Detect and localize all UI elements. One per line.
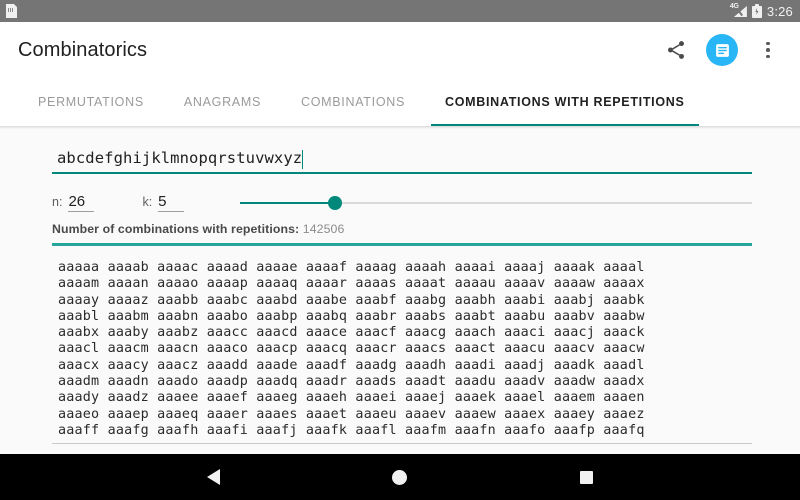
alphabet-input-field: [52, 149, 752, 174]
slider-thumb[interactable]: [328, 196, 343, 210]
result-value: 142506: [302, 222, 345, 236]
result-summary: Number of combinations with repetitions:…: [52, 222, 752, 236]
document-badge: [706, 34, 738, 66]
back-icon: [206, 469, 220, 485]
list-item: aaady aaadz aaaee aaaef aaaeg aaaeh aaae…: [58, 390, 645, 406]
app-bar: Combinatorics: [0, 22, 800, 78]
tab-anagrams[interactable]: ANAGRAMS: [164, 78, 281, 126]
result-label: Number of combinations with repetitions:: [52, 222, 300, 236]
document-icon: [715, 43, 729, 57]
app-bar-actions: [654, 28, 790, 72]
param-k: k: 5: [142, 194, 185, 212]
list-item: aaaam aaaan aaaao aaaap aaaaq aaaar aaaa…: [58, 276, 645, 292]
combinations-text: aaaaa aaaab aaaac aaaad aaaae aaaaf aaaa…: [52, 260, 752, 439]
system-nav-bar: [0, 454, 800, 500]
signal-cellular-icon: 4G: [729, 3, 747, 18]
list-item: aaaff aaafg aaafh aaafi aaafj aaafk aaaf…: [58, 422, 645, 438]
battery-charging-icon: [751, 4, 762, 18]
share-icon: [668, 41, 684, 59]
k-slider[interactable]: [240, 193, 752, 213]
status-bar-left: [6, 4, 17, 18]
more-vert-icon: [756, 38, 780, 62]
nav-home-button[interactable]: [383, 460, 417, 494]
share-button[interactable]: [654, 28, 698, 72]
k-label: k:: [142, 195, 153, 209]
alphabet-input[interactable]: [52, 149, 752, 174]
sd-card-icon: [6, 4, 17, 18]
list-bottom-divider: [52, 443, 752, 445]
document-button[interactable]: [700, 28, 744, 72]
overflow-menu-button[interactable]: [746, 28, 790, 72]
combinations-list[interactable]: aaaaa aaaab aaaac aaaad aaaae aaaaf aaaa…: [52, 246, 752, 451]
parameters-row: n: 26 k: 5: [52, 190, 752, 216]
tab-permutations[interactable]: PERMUTATIONS: [18, 78, 164, 126]
app-window: 4G 3:26 Combinatorics PERMUTATIONS ANAGR…: [0, 0, 800, 500]
recents-icon: [580, 470, 594, 484]
list-item: aaacl aaacm aaacn aaaco aaacp aaacq aaac…: [58, 341, 645, 357]
tab-combinations-with-repetitions[interactable]: COMBINATIONS WITH REPETITIONS: [425, 78, 705, 126]
list-item: aaabx aaaby aaabz aaacc aaacd aaace aaac…: [58, 325, 645, 341]
status-bar-right: 4G 3:26: [729, 3, 793, 19]
home-icon: [392, 469, 408, 485]
list-item: aaadm aaadn aaado aaadp aaadq aaadr aaad…: [58, 374, 645, 390]
nav-back-button[interactable]: [196, 460, 230, 494]
tab-combinations[interactable]: COMBINATIONS: [281, 78, 425, 126]
text-caret: [302, 150, 304, 169]
network-type-label: 4G: [729, 3, 739, 10]
list-item: aaaaa aaaab aaaac aaaad aaaae aaaaf aaaa…: [58, 260, 645, 275]
nav-recents-button[interactable]: [570, 460, 604, 494]
list-item: aaaeo aaaep aaaeq aaaer aaaes aaaet aaae…: [58, 406, 645, 422]
n-value[interactable]: 26: [68, 194, 95, 212]
n-label: n:: [52, 195, 63, 209]
status-bar-clock: 3:26: [766, 3, 793, 19]
param-n: n: 26: [52, 194, 95, 212]
main-content: n: 26 k: 5 Number of combinations with r…: [0, 129, 800, 454]
page-title: Combinatorics: [18, 38, 148, 61]
list-item: aaabl aaabm aaabn aaabo aaabp aaabq aaab…: [58, 308, 645, 324]
slider-fill: [240, 202, 336, 204]
k-value[interactable]: 5: [158, 194, 185, 212]
tab-bar: PERMUTATIONS ANAGRAMS COMBINATIONS COMBI…: [0, 78, 800, 126]
status-bar: 4G 3:26: [0, 0, 800, 22]
input-underline: [52, 172, 752, 174]
list-item: aaacx aaacy aaacz aaadd aaade aaadf aaad…: [58, 357, 645, 373]
list-item: aaaay aaaaz aaabb aaabc aaabd aaabe aaab…: [58, 292, 645, 308]
